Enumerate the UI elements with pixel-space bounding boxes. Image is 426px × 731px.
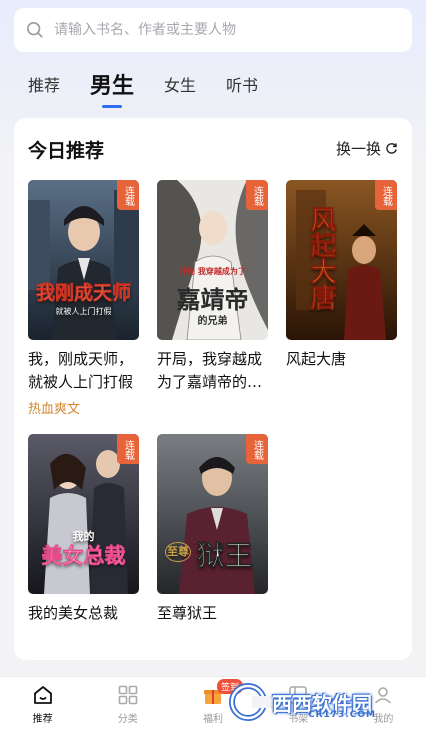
- search-bar[interactable]: [14, 8, 412, 52]
- cover-title: 嘉靖帝: [176, 285, 249, 314]
- book-item[interactable]: 连载 我刚成天师 就被人上门打假 我，刚成天师，就被人上门打假 热血爽文: [28, 180, 139, 417]
- refresh-icon: [386, 143, 397, 154]
- tab-female[interactable]: 女生: [164, 72, 196, 104]
- book-item[interactable]: 连载 风起大唐 风起大唐: [286, 180, 397, 371]
- book-cover[interactable]: 连载 至尊 狱王: [157, 434, 268, 594]
- book-item[interactable]: 连载 至尊 狱王 至尊狱王: [157, 434, 268, 625]
- cover-subtitle-2: 的兄弟: [197, 316, 228, 327]
- nav-label: 我的: [373, 714, 394, 725]
- tab-male[interactable]: 男生: [90, 68, 134, 104]
- tab-recommend[interactable]: 推荐: [28, 72, 60, 104]
- book-cover[interactable]: 连载 我的 美女总裁: [28, 434, 139, 594]
- cover-title: 美女总裁: [41, 543, 126, 569]
- book-cover[interactable]: 连载 我刚成天师 就被人上门打假: [28, 180, 139, 340]
- book-item[interactable]: 连载 开局 我穿越成为了 嘉靖帝 的兄弟 开局，我穿越成为了嘉靖帝的兄弟: [157, 180, 268, 394]
- tab-audiobook[interactable]: 听书: [226, 72, 258, 104]
- book-cover[interactable]: 连载 开局 我穿越成为了 嘉靖帝 的兄弟: [157, 180, 268, 340]
- home-icon: [33, 686, 52, 704]
- cover-subtitle: 开局 我穿越成为了: [179, 266, 246, 276]
- section-title: 今日推荐: [28, 140, 105, 162]
- cover-title: 风起大唐: [306, 206, 337, 311]
- nav-label: 书架: [288, 714, 309, 725]
- book-title: 我，刚成天师，就被人上门打假: [28, 350, 134, 391]
- bottom-nav: 推荐 分类 签到 福利 书架 我的: [0, 676, 426, 731]
- today-recommend-card: 今日推荐 换一换 连载 我刚成天师 就被人上门打假 我，刚成天师，就被人上门打假…: [14, 118, 412, 660]
- category-tabs: 推荐 男生 女生 听书: [28, 66, 288, 104]
- book-cover[interactable]: 连载 风起大唐: [286, 180, 397, 340]
- book-title: 风起大唐: [286, 350, 347, 368]
- cover-title: 狱王: [196, 539, 253, 573]
- checkin-badge: 签到: [217, 679, 244, 694]
- book-title: 开局，我穿越成为了嘉靖帝的兄弟: [157, 350, 263, 391]
- serial-badge: 连载: [246, 434, 268, 464]
- search-icon: [26, 21, 43, 38]
- nav-label: 福利: [203, 714, 223, 725]
- serial-badge: 连载: [117, 434, 139, 464]
- cover-subtitle: 就被人上门打假: [55, 307, 112, 316]
- refresh-button[interactable]: 换一换: [336, 138, 398, 159]
- nav-recommend[interactable]: 推荐: [0, 677, 85, 731]
- book-title: 至尊狱王: [157, 604, 218, 622]
- book-item[interactable]: 连载 我的 美女总裁 我的美女总裁: [28, 434, 139, 625]
- bookshelf-icon: [289, 686, 308, 704]
- book-title: 我的美女总裁: [28, 604, 119, 622]
- nav-category[interactable]: 分类: [85, 677, 170, 731]
- nav-bookshelf[interactable]: 书架: [256, 677, 341, 731]
- nav-label: 分类: [117, 714, 138, 725]
- cover-title: 我刚成天师: [35, 282, 132, 305]
- grid-icon: [118, 685, 138, 705]
- app-screen: 推荐 男生 女生 听书 今日推荐 换一换: [0, 0, 426, 731]
- nav-profile[interactable]: 我的: [341, 677, 426, 731]
- serial-badge: 连载: [375, 180, 397, 210]
- book-tag: 热血爽文: [28, 402, 81, 417]
- serial-badge: 连载: [117, 180, 139, 210]
- profile-icon: [375, 687, 392, 704]
- nav-label: 推荐: [32, 714, 53, 725]
- refresh-label: 换一换: [335, 140, 381, 158]
- serial-badge: 连载: [246, 180, 268, 210]
- search-input[interactable]: [54, 8, 412, 52]
- nav-welfare[interactable]: 签到 福利: [170, 677, 255, 731]
